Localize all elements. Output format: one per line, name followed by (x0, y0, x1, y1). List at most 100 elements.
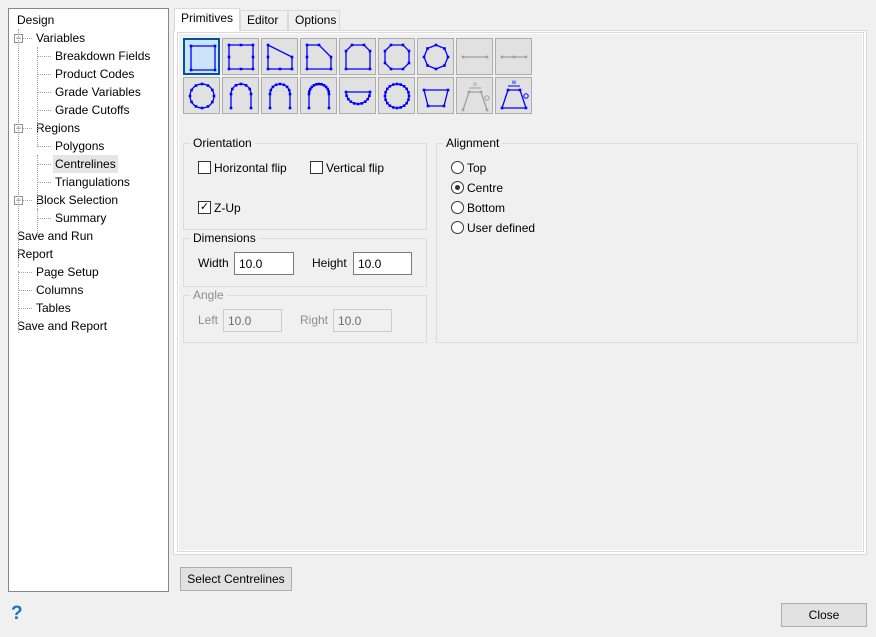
tree-item[interactable]: Breakdown Fields (53, 47, 152, 65)
select-centrelines-button[interactable]: Select Centrelines (180, 567, 292, 591)
trapezoid-inverted-icon (422, 88, 450, 108)
circle-dense-icon (383, 82, 411, 110)
tree-item[interactable]: Product Codes (53, 65, 136, 83)
square-icon (189, 44, 217, 72)
trapezoid-width-angle-disabled-icon: w (461, 82, 490, 112)
primitive-button[interactable] (222, 77, 259, 114)
horizontal-flip-checkbox[interactable] (198, 161, 211, 174)
tree-item[interactable]: Design (15, 11, 56, 29)
width-label: Width (198, 256, 229, 270)
height-input[interactable] (353, 252, 412, 275)
half-circle-icon (344, 90, 372, 106)
tree-item[interactable]: Report (15, 245, 55, 263)
tree-connector (37, 209, 38, 237)
tree-connector (37, 110, 51, 111)
primitive-button[interactable] (183, 38, 220, 75)
help-icon[interactable]: ? (11, 603, 23, 625)
primitive-button[interactable] (300, 77, 337, 114)
tree-item[interactable]: Grade Variables (53, 83, 143, 101)
tree-item[interactable]: Grade Cutoffs (53, 101, 131, 119)
alignment-option-label: Centre (467, 181, 504, 195)
arch-densest-icon (307, 82, 331, 110)
tree-connector (37, 146, 51, 147)
primitive-button[interactable] (417, 38, 454, 75)
tree-item[interactable]: Page Setup (34, 263, 101, 281)
close-button[interactable]: Close (781, 603, 867, 627)
z-up-label: Z-Up (214, 201, 241, 215)
z-up-checkbox[interactable]: ✓ (198, 201, 211, 214)
alignment-option-label: User defined (467, 221, 536, 235)
tree-item[interactable]: Save and Report (15, 317, 109, 335)
horizontal-flip-label: Horizontal flip (214, 161, 287, 175)
tree-item[interactable]: Tables (34, 299, 73, 317)
alignment-radio[interactable] (451, 181, 464, 194)
dimensions-title: Dimensions (190, 231, 259, 245)
primitive-button[interactable]: w (456, 77, 493, 114)
tab-primitives[interactable]: Primitives (174, 8, 240, 31)
primitive-button[interactable] (222, 38, 259, 75)
tree-connector (18, 308, 32, 309)
tree-connector (18, 290, 32, 291)
vertical-flip-label: Vertical flip (326, 161, 385, 175)
primitive-button[interactable] (183, 77, 220, 114)
orientation-title: Orientation (190, 136, 255, 150)
chamfer-top-icon (344, 43, 372, 71)
tree-item[interactable]: Variables (34, 29, 87, 47)
alignment-radio[interactable] (451, 161, 464, 174)
navigation-tree[interactable]: Design Variables − Breakdown Fields Product … (8, 8, 169, 592)
svg-text:w: w (472, 82, 478, 88)
primitive-button[interactable] (339, 77, 376, 114)
primitive-button[interactable] (300, 38, 337, 75)
tree-connector (18, 272, 32, 273)
height-label: Height (312, 256, 347, 270)
tree-connector (37, 164, 51, 165)
primitive-button[interactable] (378, 77, 415, 114)
alignment-group: Alignment (436, 136, 858, 343)
primitive-button[interactable] (417, 77, 454, 114)
trapezoid-icon (266, 43, 294, 71)
left-angle-input (223, 309, 282, 332)
tree-item[interactable]: Save and Run (15, 227, 95, 245)
right-angle-label: Right (300, 313, 329, 327)
tree-connector (37, 74, 51, 75)
circle-icon (188, 82, 216, 110)
tree-item[interactable]: Summary (53, 209, 108, 227)
tree-item[interactable]: Regions (34, 119, 82, 137)
tab-options[interactable]: Options (288, 10, 340, 31)
primitive-button[interactable]: w (495, 77, 532, 114)
primitive-button[interactable] (495, 38, 532, 75)
primitive-button[interactable] (378, 38, 415, 75)
left-angle-label: Left (198, 313, 219, 327)
tab-editor[interactable]: Editor (240, 10, 288, 31)
primitive-button[interactable] (456, 38, 493, 75)
width-input[interactable] (234, 252, 294, 275)
tree-connector (37, 47, 38, 147)
tree-item[interactable]: Triangulations (53, 173, 132, 191)
primitive-button[interactable] (261, 38, 298, 75)
angle-title: Angle (190, 288, 227, 302)
line-midpoint-icon (500, 55, 528, 59)
orientation-group: Orientation (183, 136, 427, 230)
tree-connector (37, 218, 51, 219)
square-midpoints-icon (227, 43, 255, 71)
alignment-radio[interactable] (451, 201, 464, 214)
tree-item[interactable]: Centrelines (53, 155, 118, 173)
trapezoid-width-angle-icon: w (500, 80, 529, 110)
vertical-flip-checkbox[interactable] (310, 161, 323, 174)
alignment-radio[interactable] (451, 221, 464, 234)
primitive-button[interactable] (261, 77, 298, 114)
tree-item[interactable]: Columns (34, 281, 85, 299)
alignment-option-label: Bottom (467, 201, 506, 215)
alignment-option-label: Top (467, 161, 487, 175)
right-angle-input (333, 309, 392, 332)
svg-text:w: w (511, 80, 517, 86)
primitive-button[interactable] (339, 38, 376, 75)
octagon-rotated-icon (422, 43, 450, 71)
line-icon (461, 55, 489, 59)
tree-item[interactable]: Polygons (53, 137, 106, 155)
alignment-title: Alignment (443, 136, 503, 150)
tree-connector (37, 92, 51, 93)
tree-item[interactable]: Block Selection (34, 191, 120, 209)
tree-connector (37, 182, 51, 183)
arch-dense-icon (268, 82, 292, 110)
